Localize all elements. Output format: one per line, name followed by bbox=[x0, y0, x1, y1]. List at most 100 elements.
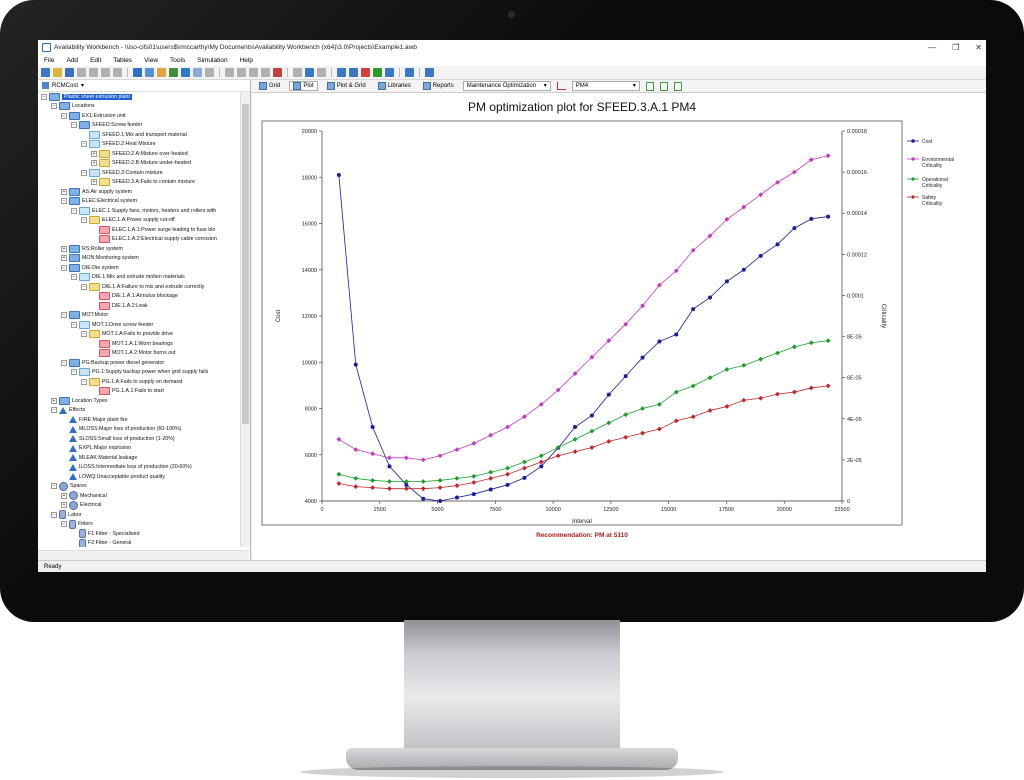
toolbar-button-icon[interactable] bbox=[385, 68, 394, 77]
collapse-icon[interactable]: − bbox=[61, 264, 67, 271]
expand-icon[interactable]: + bbox=[91, 150, 97, 157]
collapse-icon[interactable]: − bbox=[81, 169, 87, 176]
minimize-button[interactable]: — bbox=[928, 43, 936, 52]
tree-node[interactable]: − PG.1:Supply backup power when grid supp… bbox=[38, 368, 240, 378]
tree-node[interactable]: + MON:Monitoring system bbox=[38, 254, 240, 264]
menu-tools[interactable]: Tools bbox=[170, 57, 185, 64]
toolbar-button-icon[interactable] bbox=[317, 68, 326, 77]
collapse-icon[interactable]: − bbox=[51, 483, 57, 490]
collapse-icon[interactable]: − bbox=[61, 198, 67, 205]
tree-node[interactable]: SLOSS:Small loss of production (1-20%) bbox=[38, 434, 240, 444]
close-button[interactable]: ✕ bbox=[975, 43, 982, 52]
toolbar-button-icon[interactable] bbox=[193, 68, 202, 77]
menu-edit[interactable]: Edit bbox=[90, 57, 101, 64]
tree-node[interactable]: F1:Fitter - Specialised bbox=[38, 529, 240, 539]
collapse-icon[interactable]: − bbox=[61, 359, 67, 366]
collapse-icon[interactable]: − bbox=[61, 521, 67, 528]
tree-node[interactable]: − Spares bbox=[38, 481, 240, 492]
tree-node[interactable]: − DIE.1.A:Failure to mix and extrude corr… bbox=[38, 282, 240, 292]
tree-node[interactable]: + SFEED.2.B:Mixture under-heated bbox=[38, 159, 240, 169]
tree-node[interactable]: − Labor bbox=[38, 510, 240, 520]
toolbar-button-icon[interactable] bbox=[225, 68, 234, 77]
tree-node[interactable]: − SFEED:Screw feeder bbox=[38, 121, 240, 131]
toolbar-button-icon[interactable] bbox=[65, 68, 74, 77]
tree-node[interactable]: − DIE.1:Mix and extrude molten materials bbox=[38, 273, 240, 283]
tree-node[interactable]: − Locations bbox=[38, 102, 240, 112]
toolbar-button-icon[interactable] bbox=[305, 68, 314, 77]
collapse-icon[interactable]: − bbox=[71, 369, 77, 376]
tree-node[interactable]: − PG.1.A:Fails to supply on demand bbox=[38, 377, 240, 387]
expand-icon[interactable]: + bbox=[51, 397, 57, 404]
menu-simulation[interactable]: Simulation bbox=[197, 57, 227, 64]
toolbar-button-icon[interactable] bbox=[261, 68, 270, 77]
module-combo[interactable]: RCMCost ▾ bbox=[38, 80, 250, 92]
toolbar-button-icon[interactable] bbox=[77, 68, 86, 77]
tree-node[interactable]: − DIE:Die system bbox=[38, 263, 240, 273]
expand-icon[interactable]: + bbox=[91, 160, 97, 167]
menu-add[interactable]: Add bbox=[66, 57, 78, 64]
tree-node[interactable]: MLOSS:Major loss of production (60-100%) bbox=[38, 425, 240, 435]
tree-scroll-thumb[interactable] bbox=[242, 104, 249, 424]
toolbar-button-icon[interactable] bbox=[249, 68, 258, 77]
collapse-icon[interactable]: − bbox=[81, 378, 87, 385]
tab-libraries[interactable]: Libraries bbox=[375, 82, 414, 90]
maximize-button[interactable]: ❐ bbox=[952, 43, 959, 52]
tree-node[interactable]: + Electrical bbox=[38, 500, 240, 511]
menu-tables[interactable]: Tables bbox=[113, 57, 132, 64]
collapse-icon[interactable]: − bbox=[71, 274, 77, 281]
tree-node[interactable]: ELEC.1.A.1:Power surge leading to fuse b… bbox=[38, 225, 240, 235]
toolbar-button-icon[interactable] bbox=[337, 68, 346, 77]
toolbar-button-icon[interactable] bbox=[349, 68, 358, 77]
toolbar-button-icon[interactable] bbox=[101, 68, 110, 77]
tree-node[interactable]: − SFEED.3:Contain mixture bbox=[38, 168, 240, 178]
mode-select[interactable]: Maintenance Optimization ▾ bbox=[462, 81, 551, 91]
task-select[interactable]: PM4 ▾ bbox=[571, 81, 640, 91]
tree-node[interactable]: SFEED.1:Mix and transport material bbox=[38, 130, 240, 140]
toolbar-button-icon[interactable] bbox=[273, 68, 282, 77]
collapse-icon[interactable]: − bbox=[61, 312, 67, 319]
tree-horizontal-scrollbar[interactable] bbox=[38, 550, 249, 560]
toolbar-button-icon[interactable] bbox=[181, 68, 190, 77]
collapse-icon[interactable]: − bbox=[71, 207, 77, 214]
tree-node[interactable]: + Location Types bbox=[38, 396, 240, 406]
tree-node[interactable]: − MOT.1:Drive screw feeder bbox=[38, 320, 240, 330]
tab-plot-grid[interactable]: Plot & Grid bbox=[324, 82, 369, 90]
toolbar-button-icon[interactable] bbox=[89, 68, 98, 77]
tree-node[interactable]: DIE.1.A.1:Annulus blockage bbox=[38, 292, 240, 302]
tree-node[interactable]: MOT.1.A.1:Worn bearings bbox=[38, 339, 240, 349]
expand-icon[interactable]: + bbox=[61, 502, 67, 509]
tree-node[interactable]: − ELEC:Electrical system bbox=[38, 197, 240, 207]
collapse-icon[interactable]: − bbox=[71, 321, 77, 328]
tree-node[interactable]: − Plastic sheet extrusion plant bbox=[38, 92, 240, 102]
tab-plot[interactable]: Plot bbox=[289, 81, 318, 91]
toolbar-button-icon[interactable] bbox=[425, 68, 434, 77]
tree-node[interactable]: − Effects bbox=[38, 406, 240, 416]
toolbar-button-icon[interactable] bbox=[373, 68, 382, 77]
collapse-icon[interactable]: − bbox=[51, 407, 57, 414]
collapse-icon[interactable]: − bbox=[81, 141, 87, 148]
expand-icon[interactable]: + bbox=[61, 188, 67, 195]
tree-node[interactable]: − EX1:Extrusion unit bbox=[38, 111, 240, 121]
collapse-icon[interactable]: − bbox=[71, 122, 77, 129]
expand-icon[interactable]: + bbox=[91, 179, 97, 186]
tree-node[interactable]: − MOT:Motor bbox=[38, 311, 240, 321]
expand-icon[interactable]: + bbox=[61, 245, 67, 252]
tree-node[interactable]: F2:Fitter - General bbox=[38, 538, 240, 547]
plot-option-button[interactable] bbox=[673, 81, 682, 91]
toolbar-button-icon[interactable] bbox=[113, 68, 122, 77]
tree-node[interactable]: LOWQ:Unacceptable product quality bbox=[38, 472, 240, 482]
toolbar-button-icon[interactable] bbox=[145, 68, 154, 77]
toolbar-button-icon[interactable] bbox=[53, 68, 62, 77]
tree-node[interactable]: EXPL:Major explosion bbox=[38, 444, 240, 454]
tree-node[interactable]: − Fitters bbox=[38, 519, 240, 530]
tree-node[interactable]: + SFEED.2.A:Mixture over-heated bbox=[38, 149, 240, 159]
plot-option-button[interactable] bbox=[659, 81, 668, 91]
menu-help[interactable]: Help bbox=[240, 57, 253, 64]
expand-icon[interactable]: + bbox=[61, 492, 67, 499]
expand-icon[interactable]: + bbox=[61, 255, 67, 262]
menu-view[interactable]: View bbox=[144, 57, 158, 64]
tree-node[interactable]: − MOT.1.A:Fails to provide drive bbox=[38, 330, 240, 340]
toolbar-button-icon[interactable] bbox=[133, 68, 142, 77]
tree-vertical-scrollbar[interactable] bbox=[240, 92, 250, 547]
tree-node[interactable]: − SFEED.2:Heat Mixture bbox=[38, 140, 240, 150]
